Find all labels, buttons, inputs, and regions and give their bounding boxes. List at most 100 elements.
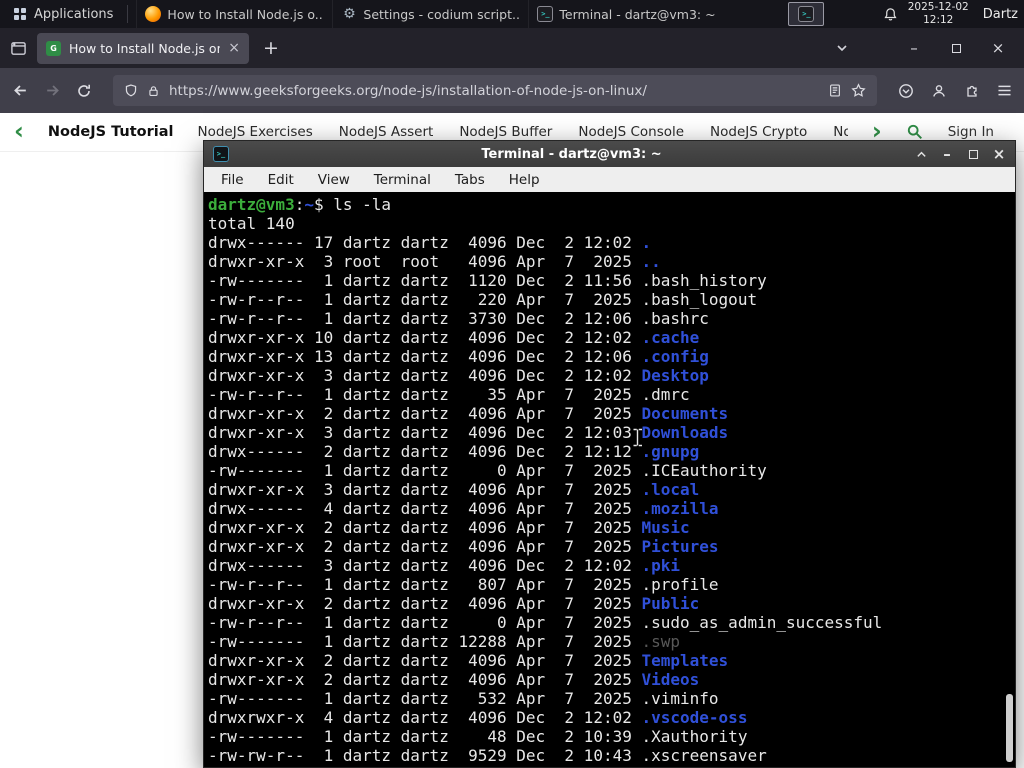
file-name: .profile (641, 575, 719, 594)
nav-scroll-left-icon[interactable]: ‹ (14, 119, 24, 143)
file-name: .swp (641, 632, 681, 651)
nav-item-nodejs-crypto[interactable]: NodeJS Crypto (710, 124, 807, 140)
terminal-menu-edit[interactable]: Edit (268, 172, 294, 188)
nav-item-nodejs-console[interactable]: NodeJS Console (578, 124, 684, 140)
terminal-menu-view[interactable]: View (318, 172, 350, 188)
browser-toolbar: https://www.geeksforgeeks.org/node-js/in… (0, 68, 1024, 113)
applications-label: Applications (34, 6, 114, 22)
clock-date: 2025-12-02 (907, 0, 969, 13)
nav-item-nodejs-dns[interactable]: NodeJS DNS (833, 124, 848, 140)
url-text: https://www.geeksforgeeks.org/node-js/in… (169, 82, 647, 99)
pocket-icon[interactable] (898, 83, 914, 99)
sign-in-button[interactable]: Sign In (948, 124, 994, 140)
file-name: .ICEauthority (641, 461, 767, 480)
terminal-listing-row: drwxr-xr-x 3 dartz dartz 4096 Apr 7 2025… (208, 480, 1015, 499)
taskbar-window-button[interactable]: ⚙ Settings - codium script... (332, 0, 528, 28)
file-meta: -rw-rw-r-- 1 dartz dartz 9529 Dec 2 10:4… (208, 746, 642, 765)
terminal-listing-row: -rw-r--r-- 1 dartz dartz 3730 Dec 2 12:0… (208, 309, 1015, 328)
terminal-listing-row: -rw-r--r-- 1 dartz dartz 220 Apr 7 2025 … (208, 290, 1015, 309)
file-name: Pictures (641, 537, 719, 556)
terminal-listing-row: drwxr-xr-x 13 dartz dartz 4096 Dec 2 12:… (208, 347, 1015, 366)
terminal-menu-terminal[interactable]: Terminal (374, 172, 431, 188)
browser-tab[interactable]: G How to Install Node.js on × (37, 32, 249, 64)
active-terminal-indicator-button[interactable]: >_ (788, 2, 825, 26)
browser-minimize-button[interactable]: – (898, 40, 930, 56)
terminal-scrollbar[interactable] (1003, 192, 1013, 767)
new-tab-button[interactable]: + (263, 38, 279, 58)
toolbar-right-icons (898, 83, 1012, 99)
clock[interactable]: 2025-12-02 12:12 (908, 1, 969, 27)
file-name: Documents (641, 404, 729, 423)
browser-close-button[interactable]: × (982, 40, 1014, 56)
terminal-icon: >_ (537, 6, 554, 22)
reader-view-icon[interactable] (828, 83, 842, 98)
terminal-menu-tabs[interactable]: Tabs (455, 172, 485, 188)
file-meta: drwxr-xr-x 2 dartz dartz 4096 Apr 7 2025 (208, 537, 642, 556)
firefox-view-button[interactable] (10, 40, 27, 57)
search-icon[interactable] (906, 123, 924, 141)
taskbar-window-button[interactable]: >_ Terminal - dartz@vm3: ~ (528, 0, 724, 28)
file-meta: -rw-r--r-- 1 dartz dartz 807 Apr 7 2025 (208, 575, 642, 594)
terminal-output: dartz@vm3:~$ ls -la total 140 drwx------ 1… (204, 192, 1015, 765)
file-meta: -rw-r--r-- 1 dartz dartz 220 Apr 7 2025 (208, 290, 642, 309)
terminal-listing-row: drwxr-xr-x 2 dartz dartz 4096 Apr 7 2025… (208, 651, 1015, 670)
terminal-close-button[interactable]: × (992, 146, 1006, 162)
taskbar-window-title: Settings - codium script... (363, 6, 521, 22)
applications-menu-button[interactable]: Applications (6, 0, 119, 28)
forward-button[interactable] (44, 82, 61, 99)
file-name: .gnupg (641, 442, 700, 461)
terminal-shade-button[interactable] (914, 149, 928, 160)
tracking-shield-icon[interactable] (124, 83, 138, 98)
terminal-output-area[interactable]: dartz@vm3:~$ ls -la total 140 drwx------ 1… (204, 192, 1015, 767)
nav-item-nodejs-assert[interactable]: NodeJS Assert (339, 124, 434, 140)
file-name: Music (641, 518, 690, 537)
file-name: .bash_history (641, 271, 767, 290)
terminal-listing-row: drwxr-xr-x 10 dartz dartz 4096 Dec 2 12:… (208, 328, 1015, 347)
terminal-app-icon: >_ (213, 146, 229, 162)
bookmark-star-icon[interactable] (851, 83, 866, 98)
nav-items: NodeJS Exercises NodeJS Assert NodeJS Buff… (197, 124, 847, 140)
nav-item-active[interactable]: NodeJS Tutorial (48, 124, 174, 140)
terminal-listing-row: drwxr-xr-x 3 dartz dartz 4096 Dec 2 12:0… (208, 366, 1015, 385)
file-meta: -rw-r--r-- 1 dartz dartz 0 Apr 7 2025 (208, 613, 642, 632)
url-bar[interactable]: https://www.geeksforgeeks.org/node-js/in… (113, 75, 877, 106)
terminal-total-line: total 140 (208, 214, 295, 233)
file-name: Videos (641, 670, 700, 689)
file-name: .bashrc (641, 309, 709, 328)
nav-item-nodejs-exercises[interactable]: NodeJS Exercises (197, 124, 312, 140)
reload-button[interactable] (76, 83, 92, 99)
terminal-menu-file[interactable]: File (221, 172, 244, 188)
terminal-titlebar[interactable]: >_ Terminal - dartz@vm3: ~ – × (204, 141, 1015, 167)
file-name: Templates (641, 651, 729, 670)
extensions-puzzle-icon[interactable] (964, 83, 980, 99)
file-meta: -rw------- 1 dartz dartz 48 Dec 2 10:39 (208, 727, 642, 746)
nav-item-nodejs-buffer[interactable]: NodeJS Buffer (459, 124, 552, 140)
account-icon[interactable] (931, 83, 947, 99)
file-name: .Xauthority (641, 727, 748, 746)
terminal-listing-row: -rw-r--r-- 1 dartz dartz 0 Apr 7 2025 .s… (208, 613, 1015, 632)
back-button[interactable] (12, 82, 29, 99)
file-meta: drwx------ 2 dartz dartz 4096 Dec 2 12:1… (208, 442, 642, 461)
menu-hamburger-icon[interactable] (997, 84, 1012, 97)
lock-icon[interactable] (147, 84, 160, 98)
terminal-listing-row: drwxr-xr-x 3 root root 4096 Apr 7 2025 .… (208, 252, 1015, 271)
file-meta: drwxr-xr-x 2 dartz dartz 4096 Apr 7 2025 (208, 404, 642, 423)
file-meta: drwx------ 4 dartz dartz 4096 Apr 7 2025 (208, 499, 642, 518)
terminal-listing-row: drwx------ 3 dartz dartz 4096 Dec 2 12:0… (208, 556, 1015, 575)
terminal-minimize-button[interactable]: – (940, 146, 954, 162)
maximize-icon (968, 149, 978, 159)
file-meta: drwxr-xr-x 10 dartz dartz 4096 Dec 2 12:… (208, 328, 642, 347)
notification-bell-icon[interactable] (883, 7, 898, 22)
prompt-symbol: $ (313, 195, 334, 214)
browser-maximize-button[interactable] (940, 43, 972, 53)
terminal-scrollbar-thumb[interactable] (1006, 694, 1013, 762)
tab-close-icon[interactable]: × (228, 41, 240, 55)
taskbar-window-button[interactable]: How to Install Node.js o... (136, 0, 332, 28)
nav-scroll-right-icon[interactable]: › (872, 119, 882, 143)
file-meta: drwxr-xr-x 2 dartz dartz 4096 Apr 7 2025 (208, 651, 642, 670)
file-meta: drwxr-xr-x 3 dartz dartz 4096 Apr 7 2025 (208, 480, 642, 499)
terminal-menu-help[interactable]: Help (509, 172, 540, 188)
terminal-maximize-button[interactable] (966, 149, 980, 159)
list-tabs-chevron-icon[interactable] (836, 42, 848, 54)
terminal-command: ls -la (333, 195, 392, 214)
